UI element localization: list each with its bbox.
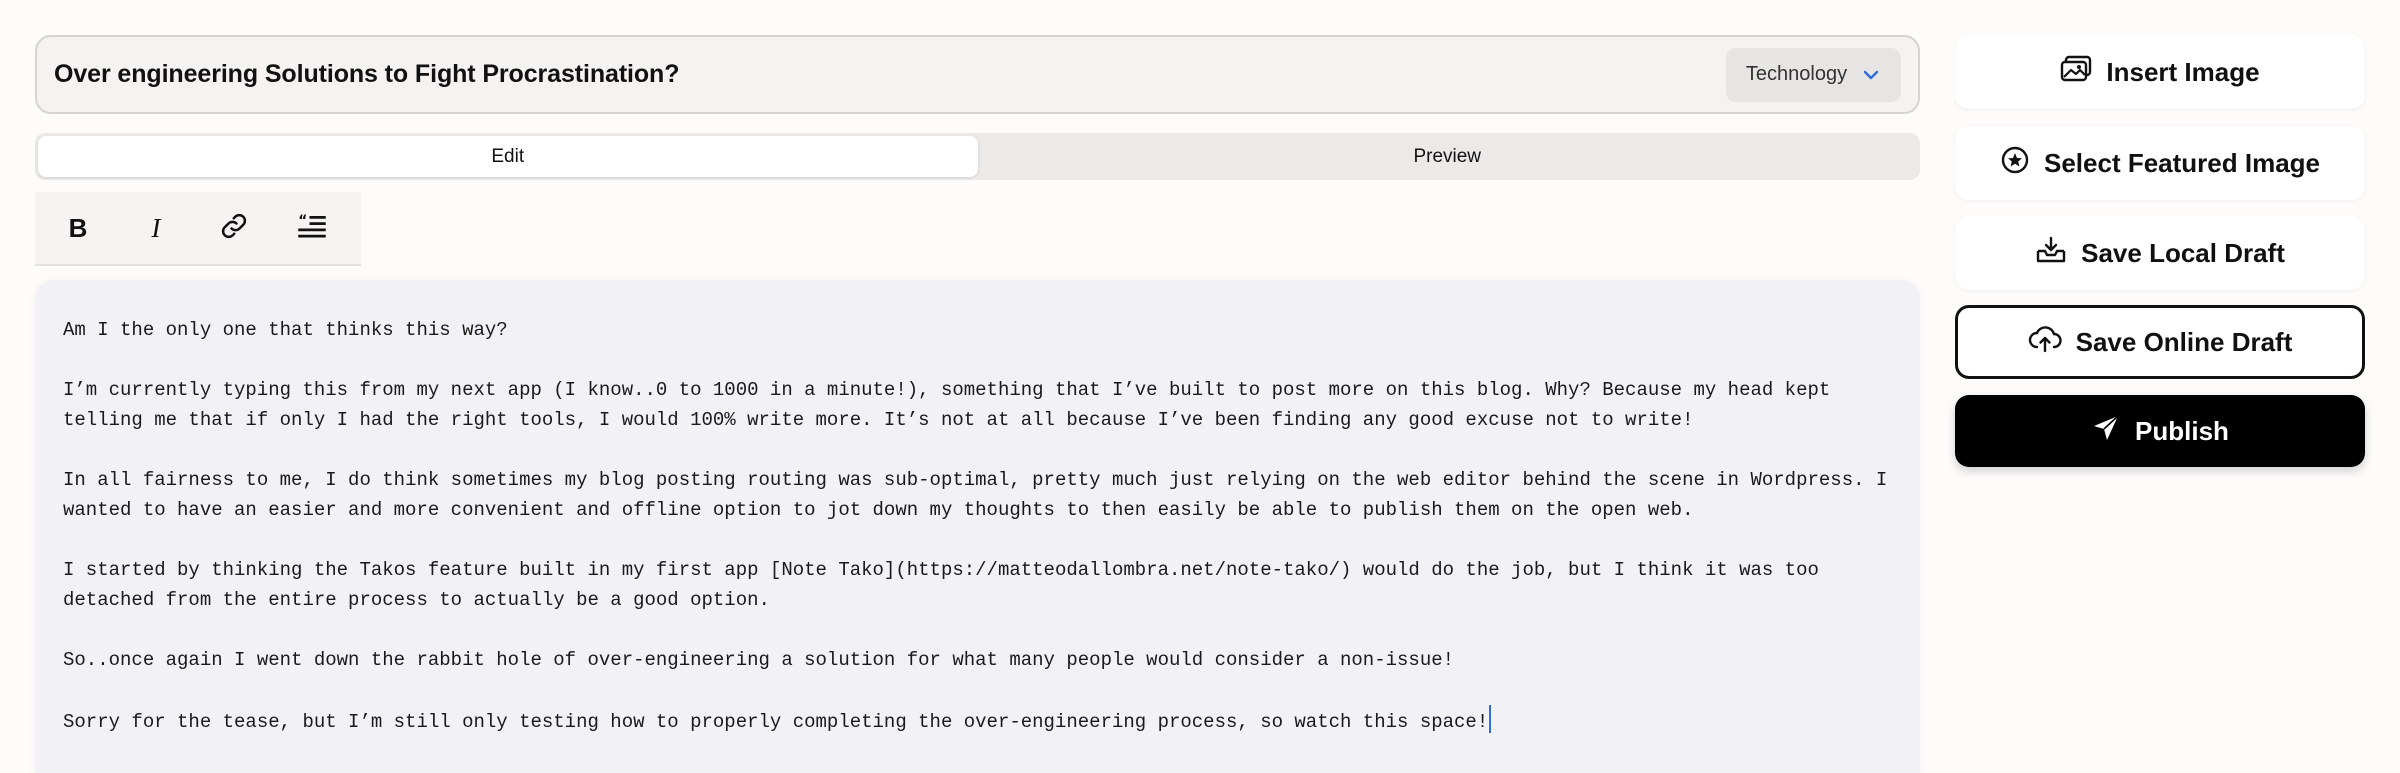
text-caret: [1489, 705, 1492, 733]
post-title[interactable]: Over engineering Solutions to Fight Proc…: [54, 60, 680, 89]
chevron-down-icon: [1861, 65, 1881, 85]
svg-text:“: “: [298, 212, 307, 228]
link-button[interactable]: [215, 209, 253, 247]
editor-paragraph: So..once again I went down the rabbit ho…: [63, 649, 1455, 671]
star-circle-icon: [2000, 145, 2030, 182]
cloud-upload-icon: [2028, 325, 2062, 360]
editor-paragraph: Am I the only one that thinks this way?: [63, 319, 508, 341]
save-online-draft-button[interactable]: Save Online Draft: [1955, 305, 2365, 379]
post-title-bar[interactable]: Over engineering Solutions to Fight Proc…: [35, 35, 1920, 114]
editor-paragraph: I’m currently typing this from my next a…: [63, 379, 1842, 431]
tray-download-icon: [2035, 235, 2067, 272]
editor-paragraph: In all fairness to me, I do think someti…: [63, 469, 1899, 521]
images-icon: [2060, 55, 2092, 90]
editor-tabs: Edit Preview: [35, 133, 1920, 180]
link-icon: [219, 211, 249, 246]
markdown-editor[interactable]: Am I the only one that thinks this way? …: [35, 280, 1920, 773]
publish-button[interactable]: Publish: [1955, 395, 2365, 467]
save-local-draft-button[interactable]: Save Local Draft: [1955, 216, 2365, 290]
category-value: Technology: [1745, 63, 1848, 85]
italic-button[interactable]: I: [137, 209, 175, 247]
formatting-toolbar: B I “: [35, 192, 361, 266]
bold-button[interactable]: B: [59, 209, 97, 247]
tab-edit[interactable]: Edit: [38, 136, 978, 177]
editor-last-line: Sorry for the tease, but I’m still only …: [63, 705, 1892, 737]
blockquote-icon: “: [297, 211, 327, 246]
select-featured-image-button[interactable]: Select Featured Image: [1955, 126, 2365, 200]
editor-paragraph: Sorry for the tease, but I’m still only …: [63, 711, 1489, 733]
save-online-label: Save Online Draft: [2075, 326, 2293, 357]
category-select[interactable]: Technology: [1726, 47, 1901, 102]
editor-paragraph: I started by thinking the Takos feature …: [63, 559, 1831, 611]
paper-plane-icon: [2091, 413, 2121, 450]
publish-label: Publish: [2135, 415, 2229, 446]
save-local-label: Save Local Draft: [2081, 237, 2285, 268]
blockquote-button[interactable]: “: [293, 209, 331, 247]
tab-preview[interactable]: Preview: [978, 136, 1918, 177]
insert-image-label: Insert Image: [2106, 56, 2260, 87]
insert-image-button[interactable]: Insert Image: [1955, 35, 2365, 109]
select-featured-label: Select Featured Image: [2044, 147, 2320, 178]
